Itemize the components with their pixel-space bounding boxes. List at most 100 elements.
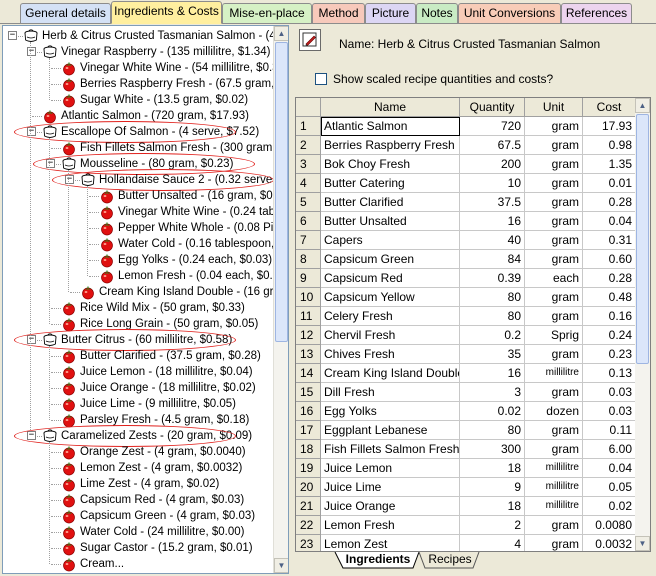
tree-ingredient-item[interactable]: Lemon Zest - (4 gram, $0.0032) [61, 460, 242, 476]
cost-cell[interactable]: 0.60 [583, 250, 636, 269]
tab-picture[interactable]: Picture [365, 3, 416, 23]
edit-recipe-button[interactable] [299, 29, 321, 51]
tab-method[interactable]: Method [312, 3, 365, 23]
table-row[interactable]: 17 Eggplant Lebanese 80 gram 0.11 [296, 421, 636, 440]
tab-ingredients-costs[interactable]: Ingredients & Costs [111, 1, 222, 24]
unit-cell[interactable]: gram [525, 174, 583, 193]
column-header-name[interactable]: Name [321, 98, 460, 117]
cost-cell[interactable]: 0.11 [583, 421, 636, 440]
tree-ingredient-item[interactable]: Water Cold - (0.16 tablespoon, [99, 236, 274, 252]
table-row[interactable]: 22 Lemon Fresh 2 gram 0.0080 [296, 516, 636, 535]
unit-cell[interactable]: gram [525, 212, 583, 231]
cost-cell[interactable]: 0.48 [583, 288, 636, 307]
quantity-cell[interactable]: 300 [460, 440, 525, 459]
unit-cell[interactable]: Sprig [525, 326, 583, 345]
quantity-cell[interactable]: 18 [460, 459, 525, 478]
quantity-cell[interactable]: 80 [460, 421, 525, 440]
name-cell[interactable]: Berries Raspberry Fresh [321, 136, 460, 155]
unit-cell[interactable]: millilitre [525, 478, 583, 497]
unit-cell[interactable]: gram [525, 136, 583, 155]
name-cell[interactable]: Atlantic Salmon [321, 117, 460, 136]
collapse-toggle-icon[interactable]: − [65, 175, 74, 184]
collapse-toggle-icon[interactable]: − [27, 335, 36, 344]
collapse-toggle-icon[interactable]: − [8, 31, 17, 40]
tree-ingredient-item[interactable]: Lime Zest - (4 gram, $0.02) [61, 476, 219, 492]
name-cell[interactable]: Cream King Island Double [321, 364, 460, 383]
name-cell[interactable]: Lemon Zest [321, 535, 460, 551]
cost-cell[interactable]: 0.0080 [583, 516, 636, 535]
tab-unit-conversions[interactable]: Unit Conversions [458, 3, 561, 23]
table-row[interactable]: 14 Cream King Island Double 16 millilitre 0.… [296, 364, 636, 383]
name-cell[interactable]: Capsicum Green [321, 250, 460, 269]
name-cell[interactable]: Capers [321, 231, 460, 250]
quantity-cell[interactable]: 16 [460, 364, 525, 383]
collapse-toggle-icon[interactable]: − [27, 127, 36, 136]
quantity-cell[interactable]: 9 [460, 478, 525, 497]
quantity-cell[interactable]: 0.2 [460, 326, 525, 345]
quantity-cell[interactable]: 67.5 [460, 136, 525, 155]
tree-ingredient-item[interactable]: Butter Unsalted - (16 gram, $0.0 [99, 188, 275, 204]
column-header-cost[interactable]: Cost [583, 98, 636, 117]
grid-scroll-thumb[interactable] [636, 114, 649, 364]
tree-ingredient-item[interactable]: Capsicum Green - (4 gram, $0.03) [61, 508, 255, 524]
table-row[interactable]: 18 Fish Fillets Salmon Fresh 300 gram 6.00 [296, 440, 636, 459]
collapse-toggle-icon[interactable]: − [27, 431, 36, 440]
table-row[interactable]: 11 Celery Fresh 80 gram 0.16 [296, 307, 636, 326]
cost-cell[interactable]: 0.28 [583, 193, 636, 212]
cost-cell[interactable]: 0.31 [583, 231, 636, 250]
grid-scroll-down-arrow-icon[interactable]: ▼ [635, 536, 650, 551]
quantity-cell[interactable]: 80 [460, 307, 525, 326]
name-cell[interactable]: Eggplant Lebanese [321, 421, 460, 440]
tab-mise-en-place[interactable]: Mise-en-place [222, 3, 312, 23]
quantity-cell[interactable]: 4 [460, 535, 525, 551]
cost-cell[interactable]: 0.01 [583, 174, 636, 193]
table-row[interactable]: 20 Juice Lime 9 millilitre 0.05 [296, 478, 636, 497]
tab-notes[interactable]: Notes [416, 3, 458, 23]
column-header-unit[interactable]: Unit [525, 98, 583, 117]
cost-cell[interactable]: 0.28 [583, 269, 636, 288]
cost-cell[interactable]: 1.35 [583, 155, 636, 174]
quantity-cell[interactable]: 0.02 [460, 402, 525, 421]
bottom-tab-recipes[interactable]: Recipes [423, 552, 477, 568]
ingredients-grid[interactable]: Name Quantity Unit Cost 1 Atlantic Salmon 720… [295, 97, 651, 552]
table-row[interactable]: 12 Chervil Fresh 0.2 Sprig 0.24 [296, 326, 636, 345]
name-cell[interactable]: Juice Orange [321, 497, 460, 516]
name-cell[interactable]: Bok Choy Fresh [321, 155, 460, 174]
table-row[interactable]: 15 Dill Fresh 3 gram 0.03 [296, 383, 636, 402]
unit-cell[interactable]: gram [525, 535, 583, 551]
name-cell[interactable]: Egg Yolks [321, 402, 460, 421]
quantity-cell[interactable]: 40 [460, 231, 525, 250]
grid-vertical-scrollbar[interactable]: ▲ ▼ [635, 98, 650, 551]
quantity-cell[interactable]: 80 [460, 288, 525, 307]
table-row[interactable]: 5 Butter Clarified 37.5 gram 0.28 [296, 193, 636, 212]
table-row[interactable]: 3 Bok Choy Fresh 200 gram 1.35 [296, 155, 636, 174]
tree-ingredient-item[interactable]: Berries Raspberry Fresh - (67.5 gram, $5 [61, 76, 275, 92]
unit-cell[interactable]: gram [525, 516, 583, 535]
tree-ingredient-item[interactable]: Atlantic Salmon - (720 gram, $17.93) [42, 108, 249, 124]
tree-ingredient-item[interactable]: Sugar Castor - (15.2 gram, $0.01) [61, 540, 253, 556]
tree-ingredient-item[interactable]: Cream King Island Double - (16 gra [80, 284, 275, 300]
unit-cell[interactable]: gram [525, 345, 583, 364]
name-cell[interactable]: Lemon Fresh [321, 516, 460, 535]
name-cell[interactable]: Dill Fresh [321, 383, 460, 402]
table-row[interactable]: 9 Capsicum Red 0.39 each 0.28 [296, 269, 636, 288]
tree-ingredient-item[interactable]: Fish Fillets Salmon Fresh - (300 gram, $ [61, 140, 275, 156]
cost-cell[interactable]: 0.03 [583, 383, 636, 402]
quantity-cell[interactable]: 10 [460, 174, 525, 193]
tree-ingredient-item[interactable]: Cream... [61, 556, 124, 572]
table-row[interactable]: 7 Capers 40 gram 0.31 [296, 231, 636, 250]
tree-ingredient-item[interactable]: Rice Long Grain - (50 gram, $0.05) [61, 316, 258, 332]
unit-cell[interactable]: gram [525, 421, 583, 440]
table-row[interactable]: 10 Capsicum Yellow 80 gram 0.48 [296, 288, 636, 307]
cost-cell[interactable]: 0.98 [583, 136, 636, 155]
tree-ingredient-item[interactable]: Butter Clarified - (37.5 gram, $0.28) [61, 348, 261, 364]
tree-recipe-item[interactable]: Escallope Of Salmon - (4 serve, $7.52) [42, 124, 259, 140]
unit-cell[interactable]: gram [525, 307, 583, 326]
table-row[interactable]: 21 Juice Orange 18 millilitre 0.02 [296, 497, 636, 516]
unit-cell[interactable]: gram [525, 383, 583, 402]
tab-references[interactable]: References [561, 3, 632, 23]
name-cell[interactable]: Chervil Fresh [321, 326, 460, 345]
tree-ingredient-item[interactable]: Lemon Fresh - (0.04 each, $0.0 [99, 268, 275, 284]
name-cell[interactable]: Butter Unsalted [321, 212, 460, 231]
show-scaled-checkbox[interactable] [315, 73, 327, 85]
